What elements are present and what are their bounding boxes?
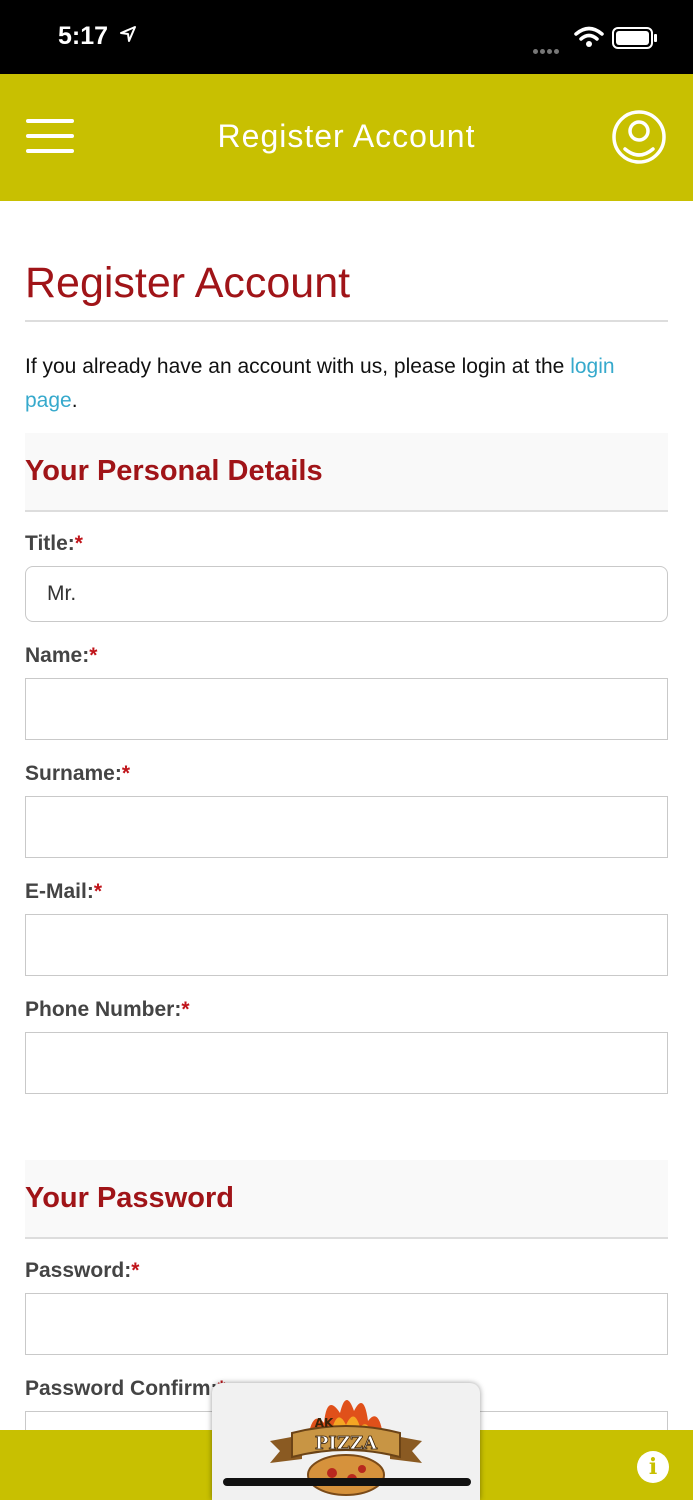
intro-text: If you already have an account with us, … [25,355,615,412]
svg-text:AK: AK [315,1416,334,1430]
surname-label: Surname:* [25,762,131,785]
title-select[interactable]: Mr. [25,566,668,622]
name-input[interactable] [25,678,668,740]
password-heading: Your Password [25,1160,668,1239]
location-arrow-icon [120,26,136,42]
svg-text:PIZZA: PIZZA [315,1433,378,1454]
phone-label: Phone Number:* [25,998,190,1021]
battery-icon [612,27,657,49]
name-label: Name:* [25,644,98,667]
title-label: Title:* [25,532,83,555]
phone-input[interactable] [25,1032,668,1094]
password-input[interactable] [25,1293,668,1355]
home-indicator [223,1478,471,1486]
password-label: Password:* [25,1259,140,1282]
header-title: Register Account [217,118,476,154]
cellular-signal-icon [533,41,561,59]
info-icon[interactable]: i [637,1451,669,1483]
user-account-icon[interactable] [611,109,667,165]
app-header: Register Account [0,74,693,201]
wifi-icon [574,26,604,47]
personal-details-heading: Your Personal Details [25,433,668,512]
surname-input[interactable] [25,796,668,858]
register-form: Register Account If you already have an … [25,201,668,1473]
status-time: 5:17 [58,22,136,51]
email-input[interactable] [25,914,668,976]
email-label: E-Mail:* [25,880,103,903]
status-bar: 5:17 [0,0,693,74]
page-title: Register Account [25,259,668,322]
